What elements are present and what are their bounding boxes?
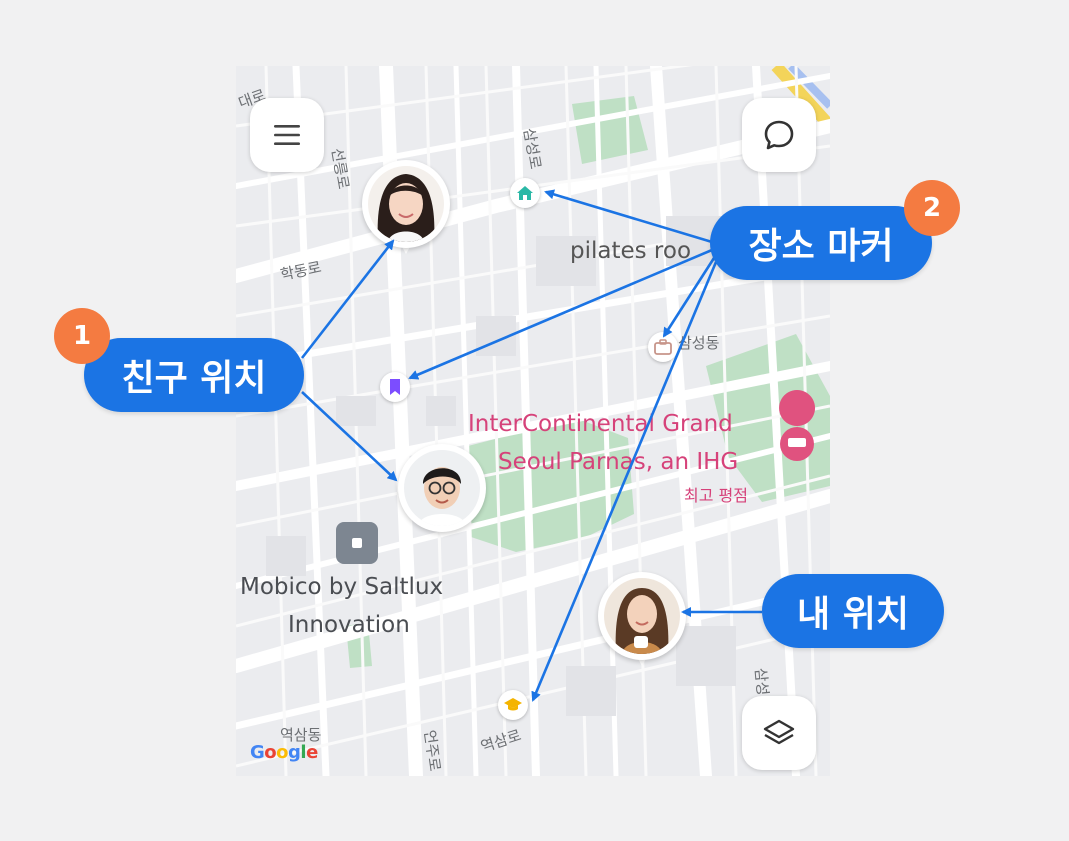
- friend-avatar: [404, 450, 480, 526]
- step-badge-1: 1: [54, 308, 110, 364]
- poi-label-hotel-line2[interactable]: Seoul Parnas, an IHG: [498, 446, 738, 478]
- menu-button[interactable]: [250, 98, 324, 172]
- boy-avatar-icon: [404, 450, 480, 526]
- chat-bubble-icon: [764, 120, 794, 150]
- poi-label-pilates[interactable]: pilates roo: [570, 238, 691, 264]
- my-location-pin[interactable]: [598, 572, 686, 682]
- google-logo: Google: [250, 742, 318, 763]
- my-location-callout: 내 위치: [762, 574, 944, 648]
- graduation-cap-icon: [504, 698, 522, 711]
- logo-letter: G: [250, 742, 265, 763]
- bookmark-icon: [390, 379, 400, 395]
- woman-avatar-icon: [604, 578, 680, 654]
- layers-button[interactable]: [742, 696, 816, 770]
- logo-letter: g: [288, 742, 301, 763]
- poi-rating-label: 최고 평점: [684, 486, 748, 505]
- menu-icon: [274, 125, 300, 145]
- my-avatar: [604, 578, 680, 654]
- girl-avatar-icon: [368, 166, 444, 242]
- friend-avatar: [368, 166, 444, 242]
- poi-label-mobico-line1[interactable]: Mobico by Saltlux: [240, 574, 443, 600]
- friend-location-pin[interactable]: [398, 444, 486, 554]
- work-place-marker[interactable]: [648, 332, 678, 362]
- school-place-marker[interactable]: [498, 690, 528, 720]
- logo-letter: o: [276, 742, 289, 763]
- place-marker-callout: 장소 마커: [710, 206, 932, 280]
- friend-location-pin[interactable]: [362, 160, 450, 270]
- layers-icon: [763, 719, 795, 745]
- briefcase-icon: [654, 339, 672, 355]
- poi-label-hotel-line1[interactable]: InterContinental Grand: [468, 408, 733, 440]
- logo-letter: o: [264, 742, 277, 763]
- friends-location-callout: 친구 위치: [84, 338, 304, 412]
- home-place-marker[interactable]: [510, 178, 540, 208]
- poi-label-mobico-line2[interactable]: Innovation: [288, 612, 410, 638]
- map-view[interactable]: 대로 선릉로 학동로 삼성로 삼성동 삼성로 역삼동 역삼로 언주로 pilat…: [236, 66, 830, 776]
- bookmark-place-marker[interactable]: [380, 372, 410, 402]
- step-badge-2: 2: [904, 180, 960, 236]
- home-icon: [517, 186, 533, 200]
- street-label: 삼성동: [678, 334, 720, 352]
- logo-letter: e: [306, 742, 318, 763]
- chat-button[interactable]: [742, 98, 816, 172]
